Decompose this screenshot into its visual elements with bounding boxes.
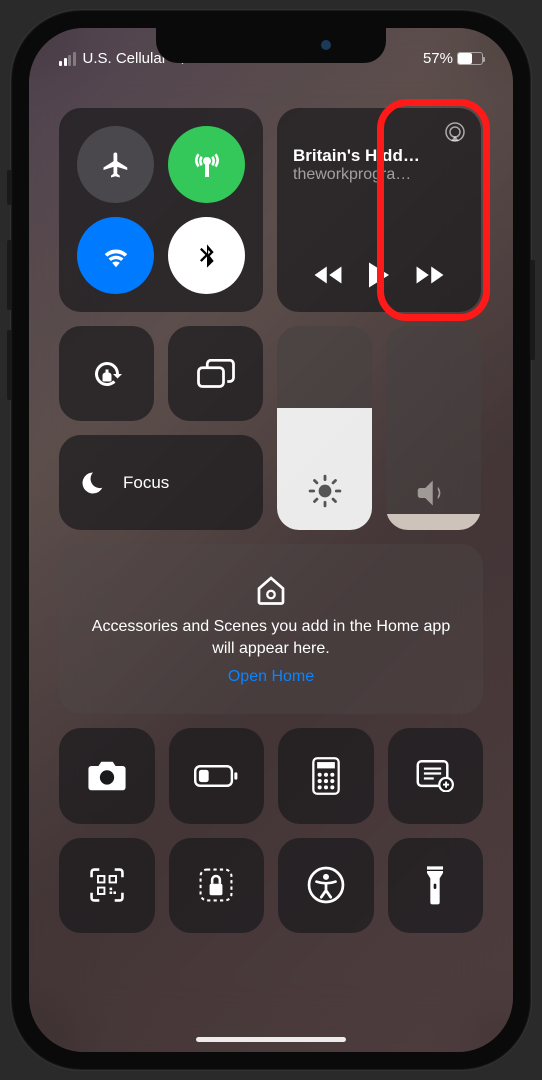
silent-switch[interactable] <box>7 170 11 205</box>
screen: U.S. Cellular 57% <box>29 28 513 1052</box>
low-power-mode-button[interactable] <box>169 728 265 824</box>
calculator-icon <box>311 757 341 795</box>
cellular-data-button[interactable] <box>168 126 245 203</box>
home-icon <box>253 572 289 608</box>
screen-mirroring-button[interactable] <box>168 326 263 421</box>
orientation-lock-icon <box>89 356 125 392</box>
cellular-signal-icon <box>59 52 76 66</box>
open-home-link[interactable]: Open Home <box>228 668 314 686</box>
speaker-icon <box>416 478 452 508</box>
wifi-icon <box>101 241 131 271</box>
accessibility-icon <box>307 866 345 904</box>
camera-icon <box>87 760 127 792</box>
volume-slider[interactable] <box>386 326 481 530</box>
brightness-icon <box>308 474 342 508</box>
phone-frame: U.S. Cellular 57% <box>11 10 531 1070</box>
screen-mirroring-icon <box>197 359 235 389</box>
focus-button[interactable]: Focus <box>59 435 263 530</box>
moon-icon <box>79 469 107 497</box>
side-button[interactable] <box>531 260 535 360</box>
flashlight-icon <box>424 865 446 905</box>
notes-icon <box>416 760 454 792</box>
volume-down-button[interactable] <box>7 330 11 400</box>
bluetooth-button[interactable] <box>168 217 245 294</box>
qr-scanner-button[interactable] <box>59 838 155 934</box>
airplay-button[interactable] <box>443 120 467 144</box>
notch <box>156 28 386 63</box>
flashlight-button[interactable] <box>388 838 484 934</box>
airplane-icon <box>101 150 131 180</box>
media-module[interactable]: Britain's Hidd… theworkprogra… <box>277 108 481 312</box>
bluetooth-icon <box>193 242 221 270</box>
home-indicator[interactable] <box>196 1037 346 1042</box>
home-module[interactable]: Accessories and Scenes you add in the Ho… <box>59 544 483 714</box>
orientation-lock-button[interactable] <box>59 326 154 421</box>
connectivity-module[interactable] <box>59 108 263 312</box>
calculator-button[interactable] <box>278 728 374 824</box>
volume-up-button[interactable] <box>7 240 11 310</box>
notes-button[interactable] <box>388 728 484 824</box>
battery-percentage: 57% <box>423 50 453 67</box>
media-subtitle: theworkprogra… <box>293 166 465 184</box>
guided-access-button[interactable] <box>169 838 265 934</box>
home-text: Accessories and Scenes you add in the Ho… <box>89 616 453 661</box>
focus-label: Focus <box>123 473 169 493</box>
battery-icon <box>457 52 483 65</box>
battery-low-icon <box>194 764 238 788</box>
camera-button[interactable] <box>59 728 155 824</box>
forward-button[interactable] <box>415 264 445 286</box>
carrier-label: U.S. Cellular <box>83 50 167 67</box>
media-title: Britain's Hidd… <box>293 146 465 166</box>
antenna-icon <box>191 149 223 181</box>
qr-icon <box>89 867 125 903</box>
accessibility-button[interactable] <box>278 838 374 934</box>
airplay-icon <box>443 120 467 144</box>
lock-dotted-icon <box>198 867 234 903</box>
wifi-button[interactable] <box>77 217 154 294</box>
play-button[interactable] <box>366 260 392 290</box>
rewind-button[interactable] <box>313 264 343 286</box>
brightness-slider[interactable] <box>277 326 372 530</box>
airplane-mode-button[interactable] <box>77 126 154 203</box>
